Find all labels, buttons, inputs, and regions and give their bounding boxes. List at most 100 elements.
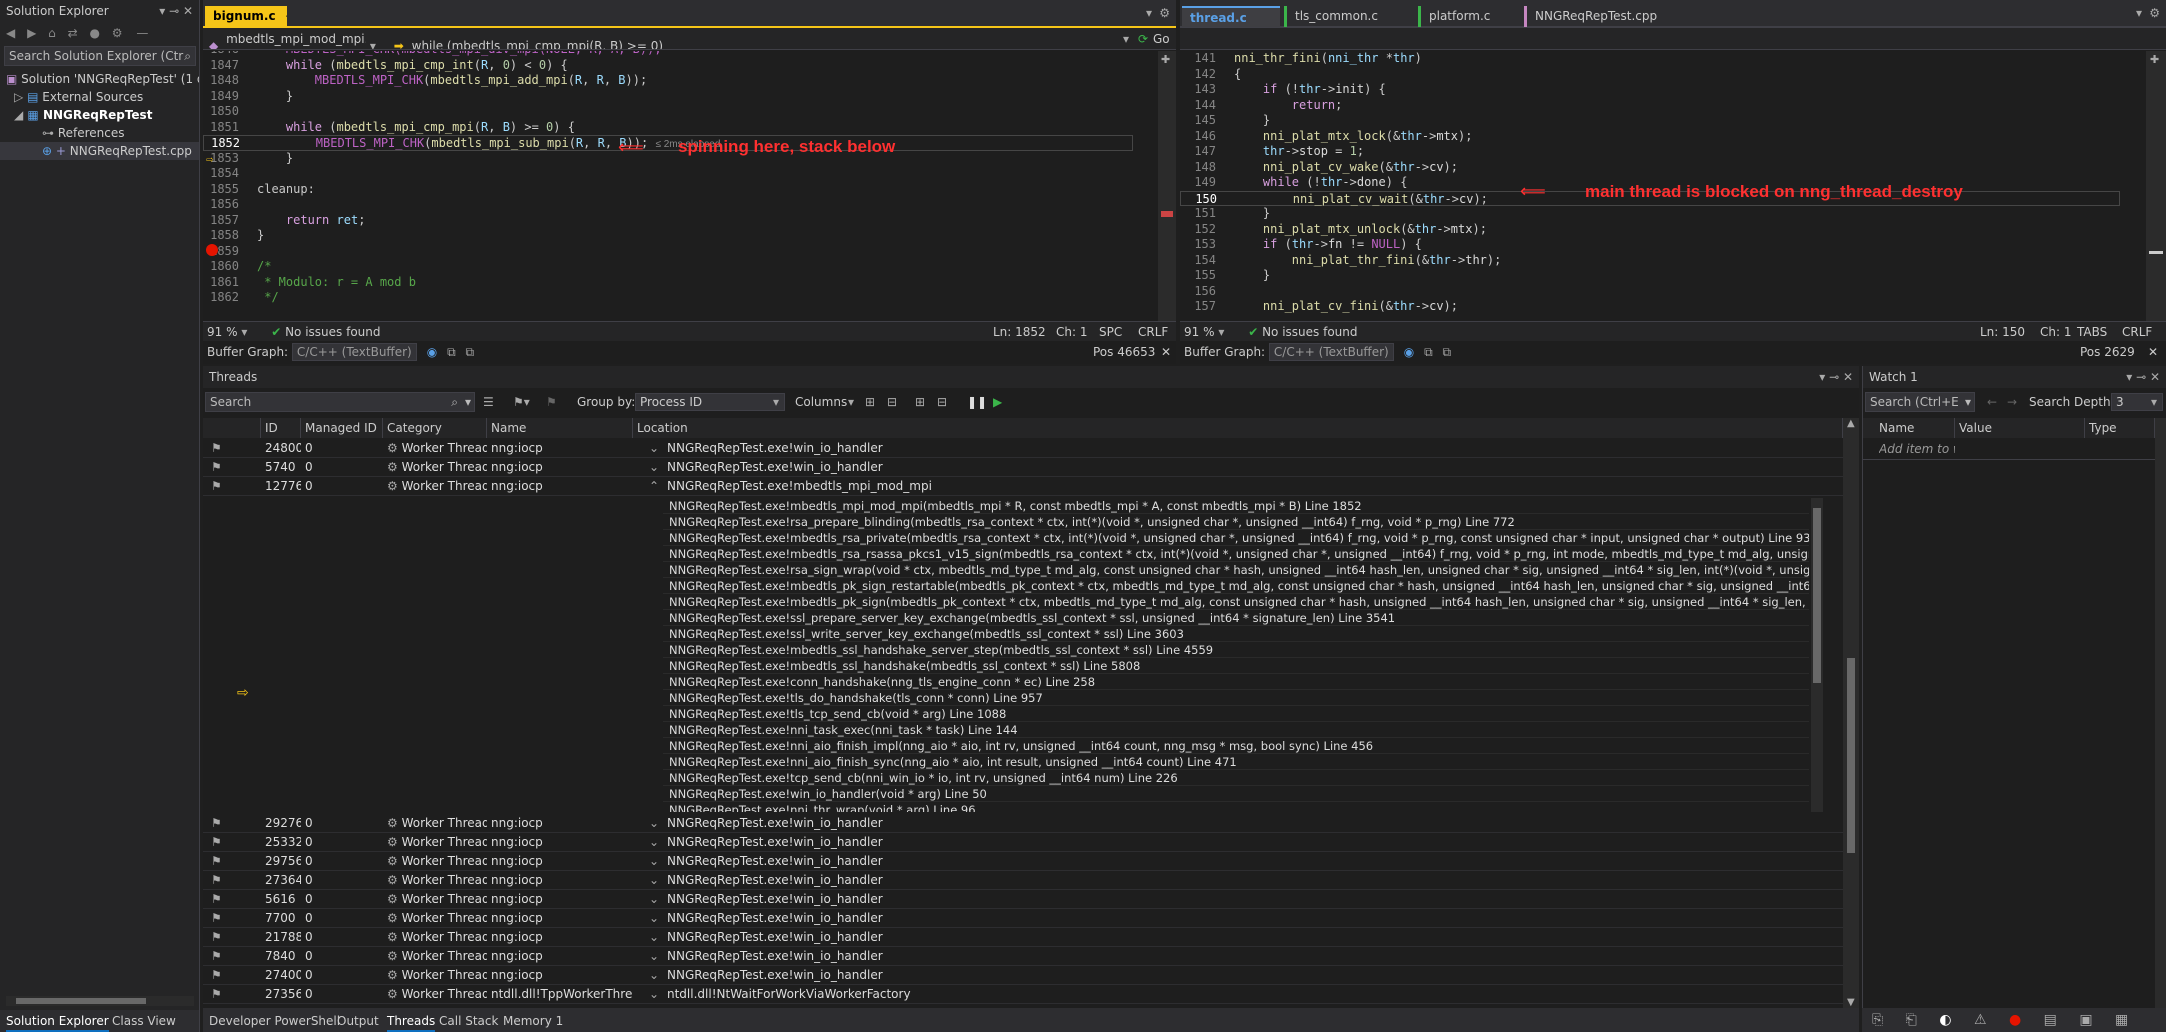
- scroll-up-icon[interactable]: ▲: [1847, 418, 1855, 429]
- col-name[interactable]: Name: [487, 418, 633, 438]
- tab-threads[interactable]: Threads: [387, 1010, 436, 1032]
- expand-groups-icon[interactable]: ⊞: [865, 390, 875, 414]
- go-icon[interactable]: ⟳: [1138, 28, 1148, 49]
- line-endings[interactable]: CRLF: [1138, 322, 1168, 342]
- watch-add-item[interactable]: Add item to w...: [1879, 440, 1955, 459]
- right-code-area[interactable]: 141 nni_thr_fini(nni_thr *thr) 142{ 143 i…: [1180, 51, 2146, 321]
- switch-view-icon[interactable]: ⇄: [68, 26, 78, 40]
- tree-item-project[interactable]: ◢ ▦ NNGReqRepTest: [0, 106, 199, 124]
- issues-status[interactable]: No issues found: [1262, 325, 1357, 339]
- zoom-level[interactable]: 91 %: [207, 325, 238, 339]
- stack-frame[interactable]: NNGReqRepTest.exe!rsa_prepare_blinding(m…: [663, 514, 1809, 530]
- flag-icon[interactable]: ⚑: [211, 909, 222, 928]
- search-dropdown-icon[interactable]: ▾: [1965, 393, 1971, 411]
- zoom-dropdown-icon[interactable]: ▾: [1218, 325, 1224, 339]
- search-prev-icon[interactable]: ←: [1987, 390, 1997, 414]
- flag-icon[interactable]: ⚑▾: [513, 390, 530, 414]
- collapse-groups-icon[interactable]: ⊟: [887, 390, 897, 414]
- thread-location[interactable]: NNGReqRepTest.exe!win_io_handler: [667, 890, 1837, 909]
- scroll-thumb[interactable]: [1847, 658, 1855, 853]
- scroll-thumb[interactable]: [2149, 251, 2163, 254]
- filter-list-icon[interactable]: ☰: [483, 390, 494, 414]
- search-next-icon[interactable]: →: [2007, 390, 2017, 414]
- columns-button[interactable]: Columns: [795, 390, 847, 414]
- thread-location[interactable]: ntdll.dll!NtWaitForWorkViaWorkerFactory: [667, 985, 1837, 1004]
- autos-icon[interactable]: ⎘: [1872, 1012, 1883, 1028]
- watch-col-value[interactable]: Value: [1955, 418, 2085, 438]
- expand-icon[interactable]: ⌄: [649, 814, 659, 833]
- tab-platform-c[interactable]: platform.c: [1418, 6, 1520, 27]
- expand-icon[interactable]: ⌄: [649, 909, 659, 928]
- exceptions-icon[interactable]: ⚠: [1974, 1012, 1987, 1028]
- graph-tool2-icon[interactable]: ⧉: [1442, 345, 1451, 359]
- watch-icon[interactable]: ◐: [1939, 1012, 1951, 1028]
- threads-vscroll[interactable]: ▲ ▼: [1843, 418, 1859, 1008]
- tree-item-solution[interactable]: ▣ Solution 'NNGReqRepTest' (1 o: [0, 70, 199, 88]
- flag-icon[interactable]: ⚑: [211, 458, 222, 477]
- group-by-dropdown-icon[interactable]: ▾: [773, 390, 779, 414]
- flag-icon[interactable]: ⚑: [211, 871, 222, 890]
- flag-icon[interactable]: ⚑: [211, 947, 222, 966]
- expand-callstacks-icon[interactable]: ⊞: [915, 390, 925, 414]
- right-editor-vscroll[interactable]: ✚: [2146, 51, 2166, 321]
- thread-row[interactable]: ⚑ 5740 0 ⚙ Worker Thread nng:iocp ⌄ NNGReqRepT…: [203, 458, 1843, 477]
- watch-search-input[interactable]: Search (Ctrl+E: [1870, 395, 1959, 409]
- flag-icon[interactable]: ⚑: [211, 852, 222, 871]
- threads-search-input[interactable]: Search: [210, 395, 251, 409]
- indent-mode[interactable]: SPC: [1099, 322, 1122, 342]
- thread-location[interactable]: NNGReqRepTest.exe!win_io_handler: [667, 909, 1837, 928]
- tab-nngreqreptest-cpp[interactable]: NNGReqRepTest.cpp: [1524, 6, 1674, 27]
- stack-frame[interactable]: NNGReqRepTest.exe!mbedtls_rsa_private(mb…: [663, 530, 1809, 546]
- sync-icon[interactable]: ●: [89, 26, 99, 40]
- search-dropdown-icon[interactable]: ▾: [465, 393, 471, 411]
- thread-row[interactable]: ⚑ 25332 0 ⚙ Worker Thread nng:iocp ⌄ NNGReqRep…: [203, 833, 1843, 852]
- flag-icon[interactable]: ⚑: [211, 814, 222, 833]
- expand-icon[interactable]: ▷: [14, 90, 23, 104]
- graph-refresh-icon[interactable]: ◉: [427, 345, 437, 359]
- scroll-down-icon[interactable]: ▼: [1847, 997, 1855, 1008]
- expand-icon[interactable]: ⌄: [649, 833, 659, 852]
- tree-item-external-sources[interactable]: ▷ ▤ External Sources: [0, 88, 199, 106]
- flag-icon[interactable]: ⚑: [211, 477, 222, 496]
- tab-thread-c[interactable]: thread.c: [1182, 6, 1280, 27]
- stack-frame[interactable]: NNGReqRepTest.exe!mbedtls_ssl_handshake(…: [663, 658, 1809, 674]
- tab-settings-icon[interactable]: ⚙: [2149, 6, 2160, 20]
- flag-icon[interactable]: ⚑: [211, 928, 222, 947]
- expand-icon[interactable]: ⌄: [649, 439, 659, 458]
- graph-tool-icon[interactable]: ⧉: [1424, 345, 1433, 359]
- col-managed-id[interactable]: Managed ID: [301, 418, 383, 438]
- zoom-dropdown-icon[interactable]: ▾: [241, 325, 247, 339]
- thread-location[interactable]: NNGReqRepTest.exe!win_io_handler: [667, 871, 1837, 890]
- close-icon[interactable]: ✕: [1161, 341, 1171, 363]
- flag-icon[interactable]: ⚑: [211, 890, 222, 909]
- stack-frame[interactable]: NNGReqRepTest.exe!ssl_prepare_server_key…: [663, 610, 1809, 626]
- thread-location[interactable]: NNGReqRepTest.exe!win_io_handler: [667, 928, 1837, 947]
- stack-vscroll[interactable]: [1811, 498, 1823, 812]
- immediate-icon[interactable]: ▣: [2079, 1012, 2092, 1028]
- thread-location[interactable]: NNGReqRepTest.exe!win_io_handler: [667, 814, 1837, 833]
- minus-icon[interactable]: —: [136, 26, 148, 40]
- col-id[interactable]: ID: [261, 418, 301, 438]
- stack-frame[interactable]: NNGReqRepTest.exe!tls_tcp_send_cb(void *…: [663, 706, 1809, 722]
- col-location[interactable]: Location: [633, 418, 1843, 438]
- thread-row[interactable]: ⚑ 21788 0 ⚙ Worker Thread nng:iocp ⌄ NNGReqRep…: [203, 928, 1843, 947]
- stack-frame[interactable]: NNGReqRepTest.exe!rsa_sign_wrap(void * c…: [663, 562, 1809, 578]
- col-category[interactable]: Category: [383, 418, 487, 438]
- stack-frame[interactable]: NNGReqRepTest.exe!nni_aio_finish_sync(nn…: [663, 754, 1809, 770]
- tab-developer-powershell[interactable]: Developer PowerShell: [209, 1010, 340, 1032]
- tab-overflow-icon[interactable]: ▾: [1146, 6, 1152, 20]
- diagnostic-icon[interactable]: ▦: [2115, 1012, 2128, 1028]
- thread-location[interactable]: NNGReqRepTest.exe!win_io_handler: [667, 966, 1837, 985]
- stack-frame[interactable]: NNGReqRepTest.exe!mbedtls_ssl_handshake_…: [663, 642, 1809, 658]
- tab-memory-1[interactable]: Memory 1: [503, 1010, 563, 1032]
- split-icon[interactable]: ✚: [1161, 53, 1170, 66]
- settings-icon[interactable]: ⚙: [112, 26, 123, 40]
- expand-icon[interactable]: ⌄: [649, 871, 659, 890]
- stack-frame[interactable]: NNGReqRepTest.exe!nni_aio_finish_impl(nn…: [663, 738, 1809, 754]
- thread-location[interactable]: NNGReqRepTest.exe!win_io_handler: [667, 439, 1837, 458]
- collapse-icon[interactable]: ◢: [14, 108, 23, 122]
- expand-icon[interactable]: ⌄: [649, 947, 659, 966]
- expand-icon[interactable]: ⌄: [649, 985, 659, 1004]
- expand-icon[interactable]: ⌄: [649, 928, 659, 947]
- panel-controls[interactable]: ▾ ⊸ ✕: [2126, 366, 2160, 388]
